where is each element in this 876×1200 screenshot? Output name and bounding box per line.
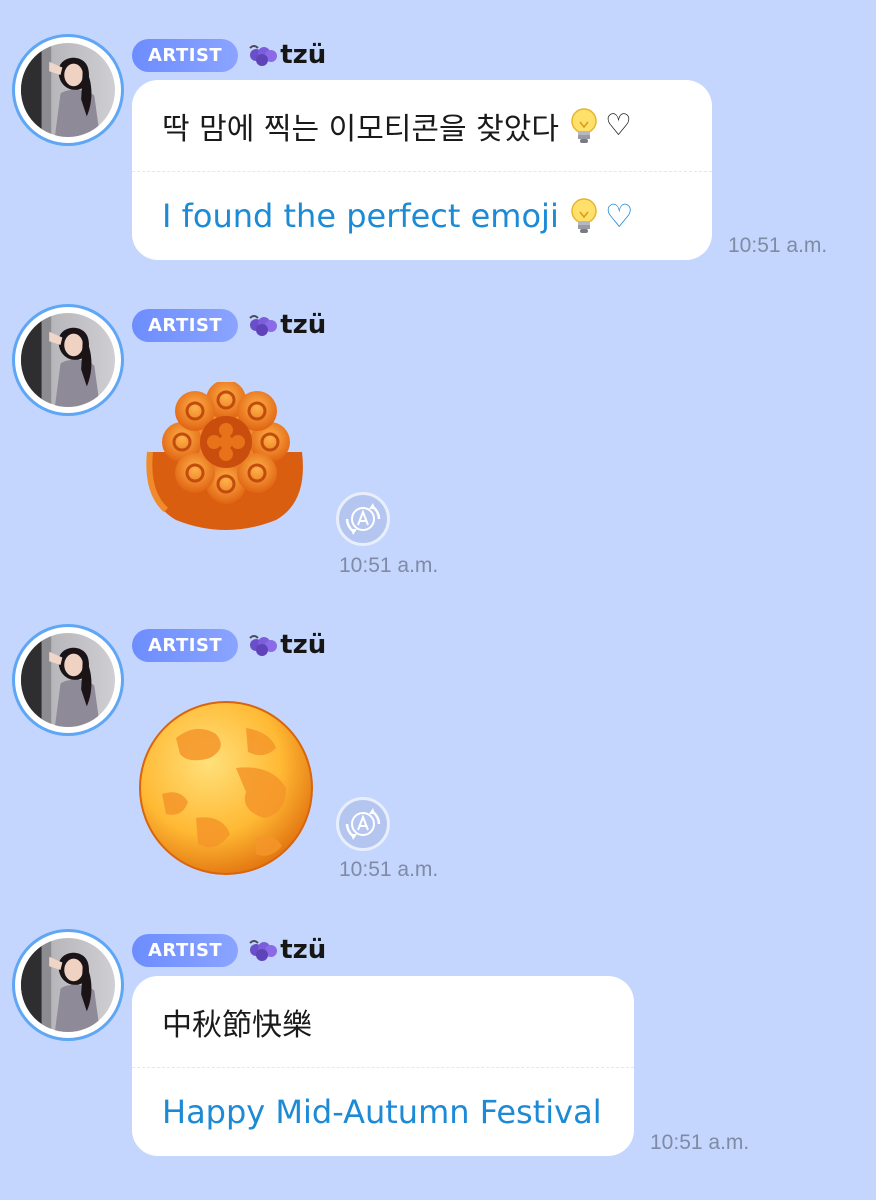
translation-text: Happy Mid-Autumn Festival [162,1093,602,1131]
avatar[interactable] [12,304,124,416]
artist-badge: ARTIST [132,933,239,967]
timestamp: 10:51 a.m. [339,858,439,881]
sender-name[interactable]: tzü [246,310,326,340]
heart-symbol: ♡ [604,197,634,235]
grapes-icon [246,312,278,338]
original-text-row: 中秋節快樂 [132,976,634,1068]
heart-symbol: ♡ [604,108,632,143]
translate-button[interactable] [336,797,390,851]
chat-thread[interactable]: ARTIST tzü 딱 맘에 찍는 이모티콘을 찾았다 ♡ I found t… [0,0,876,1200]
translate-a-icon [345,503,381,535]
avatar[interactable] [12,929,124,1041]
avatar[interactable] [12,624,124,736]
sender-name-text: tzü [280,935,327,965]
sender-name[interactable]: tzü [246,40,326,70]
translate-button[interactable] [336,492,390,546]
lightbulb-icon [569,107,599,145]
sender-name-text: tzü [280,630,327,660]
artist-badge: ARTIST [132,308,239,342]
translate-a-icon [345,808,381,840]
message-bubble[interactable]: 中秋節快樂 Happy Mid-Autumn Festival [132,976,634,1156]
grapes-icon [246,937,278,963]
translation-text-row: I found the perfect emoji ♡ [132,172,712,260]
lightbulb-icon [569,197,599,235]
timestamp: 10:51 a.m. [650,1131,750,1154]
original-text-row: 딱 맘에 찍는 이모티콘을 찾았다 ♡ [132,80,712,172]
original-text: 딱 맘에 찍는 이모티콘을 찾았다 [162,111,559,147]
mooncake-sticker[interactable] [136,380,316,542]
grapes-icon [246,42,278,68]
full-moon-sticker[interactable] [136,698,316,878]
sender-name-text: tzü [280,40,327,70]
timestamp: 10:51 a.m. [728,234,828,257]
avatar[interactable] [12,34,124,146]
sender-name[interactable]: tzü [246,630,326,660]
translation-text: I found the perfect emoji [162,197,559,235]
original-text: 中秋節快樂 [162,1007,312,1043]
grapes-icon [246,632,278,658]
artist-badge: ARTIST [132,628,239,662]
translation-text-row: Happy Mid-Autumn Festival [132,1068,634,1156]
timestamp: 10:51 a.m. [339,554,439,577]
sender-name[interactable]: tzü [246,935,326,965]
artist-badge: ARTIST [132,38,239,72]
sender-name-text: tzü [280,310,327,340]
message-bubble[interactable]: 딱 맘에 찍는 이모티콘을 찾았다 ♡ I found the perfect … [132,80,712,260]
